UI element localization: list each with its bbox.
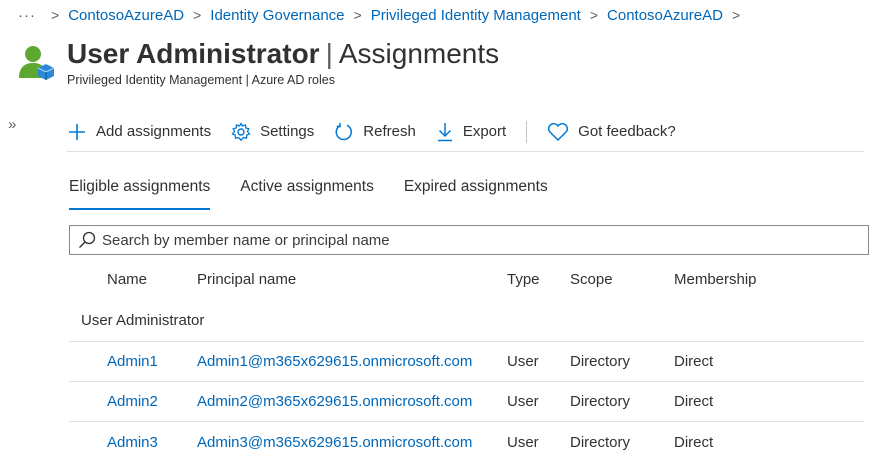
- membership-cell: Direct: [674, 393, 714, 410]
- chevron-right-icon: >: [51, 7, 60, 23]
- heart-icon: [548, 122, 569, 141]
- type-cell: User: [507, 433, 539, 451]
- type-cell: User: [507, 393, 539, 410]
- expand-menu-button[interactable]: »: [8, 116, 16, 133]
- add-assignments-button[interactable]: Add assignments: [67, 122, 211, 142]
- group-row-user-administrator: User Administrator: [69, 300, 864, 342]
- breadcrumb-item-contosoazuread-2[interactable]: ContosoAzureAD: [607, 7, 723, 24]
- chevron-right-icon: >: [731, 7, 741, 23]
- column-header-type[interactable]: Type: [507, 271, 570, 288]
- table-header: Name Principal name Type Scope Membershi…: [69, 258, 864, 300]
- page-title: User Administrator | Assignments: [67, 38, 500, 69]
- breadcrumb-item-contosoazuread[interactable]: ContosoAzureAD: [68, 7, 184, 24]
- principal-name-link[interactable]: Admin2@m365x629615.onmicrosoft.com: [197, 393, 507, 410]
- tab-eligible-assignments[interactable]: Eligible assignments: [69, 172, 211, 210]
- membership-cell: Direct: [674, 353, 714, 370]
- member-name-link[interactable]: Admin1: [69, 353, 197, 370]
- assignments-table: Name Principal name Type Scope Membershi…: [69, 258, 864, 462]
- search-input[interactable]: [102, 231, 802, 249]
- export-button[interactable]: Export: [436, 122, 506, 142]
- search-box: [69, 225, 869, 255]
- member-name-link[interactable]: Admin3: [69, 434, 197, 451]
- breadcrumb-ellipsis[interactable]: ···: [18, 7, 36, 24]
- column-header-membership[interactable]: Membership: [674, 271, 824, 288]
- feedback-button[interactable]: Got feedback?: [547, 122, 676, 142]
- column-header-scope[interactable]: Scope: [570, 271, 674, 288]
- principal-name-link[interactable]: Admin3@m365x629615.onmicrosoft.com: [197, 434, 507, 451]
- settings-button[interactable]: Settings: [231, 121, 314, 142]
- command-bar: Add assignments Settings Refresh Export …: [67, 112, 864, 152]
- gear-icon: [231, 121, 251, 141]
- table-row[interactable]: Admin2 Admin2@m365x629615.onmicrosoft.co…: [69, 382, 864, 422]
- table-row[interactable]: Admin1 Admin1@m365x629615.onmicrosoft.co…: [69, 342, 864, 382]
- search-icon: [79, 231, 96, 248]
- download-icon: [437, 122, 452, 141]
- scope-cell: Directory: [570, 393, 631, 410]
- tab-expired-assignments[interactable]: Expired assignments: [404, 172, 548, 210]
- table-row[interactable]: Admin3 Admin3@m365x629615.onmicrosoft.co…: [69, 422, 864, 462]
- column-header-name[interactable]: Name: [69, 271, 197, 288]
- scope-cell: Directory: [570, 353, 631, 370]
- chevron-right-icon: >: [193, 7, 202, 23]
- breadcrumb: ··· > ContosoAzureAD > Identity Governan…: [18, 4, 749, 26]
- column-header-principal-name[interactable]: Principal name: [197, 271, 507, 288]
- membership-cell: Direct: [674, 433, 714, 451]
- toolbar-divider: [526, 120, 528, 143]
- page-subtitle: Privileged Identity Management | Azure A…: [67, 73, 335, 87]
- plus-icon: [69, 123, 85, 140]
- member-name-link[interactable]: Admin2: [69, 393, 197, 410]
- scope-cell: Directory: [570, 433, 631, 451]
- chevron-right-icon: >: [353, 7, 362, 23]
- assignment-tabs: Eligible assignments Active assignments …: [69, 172, 578, 210]
- principal-name-link[interactable]: Admin1@m365x629615.onmicrosoft.com: [197, 353, 507, 370]
- tab-active-assignments[interactable]: Active assignments: [240, 172, 374, 210]
- chevron-right-icon: >: [589, 7, 599, 23]
- breadcrumb-item-pim[interactable]: Privileged Identity Management: [371, 7, 581, 24]
- user-role-icon: [18, 44, 56, 88]
- page-header: User Administrator | Assignments Privilege…: [18, 36, 499, 96]
- refresh-button[interactable]: Refresh: [334, 122, 416, 142]
- refresh-icon: [335, 122, 353, 140]
- breadcrumb-item-identity-governance[interactable]: Identity Governance: [210, 7, 344, 24]
- type-cell: User: [507, 353, 539, 370]
